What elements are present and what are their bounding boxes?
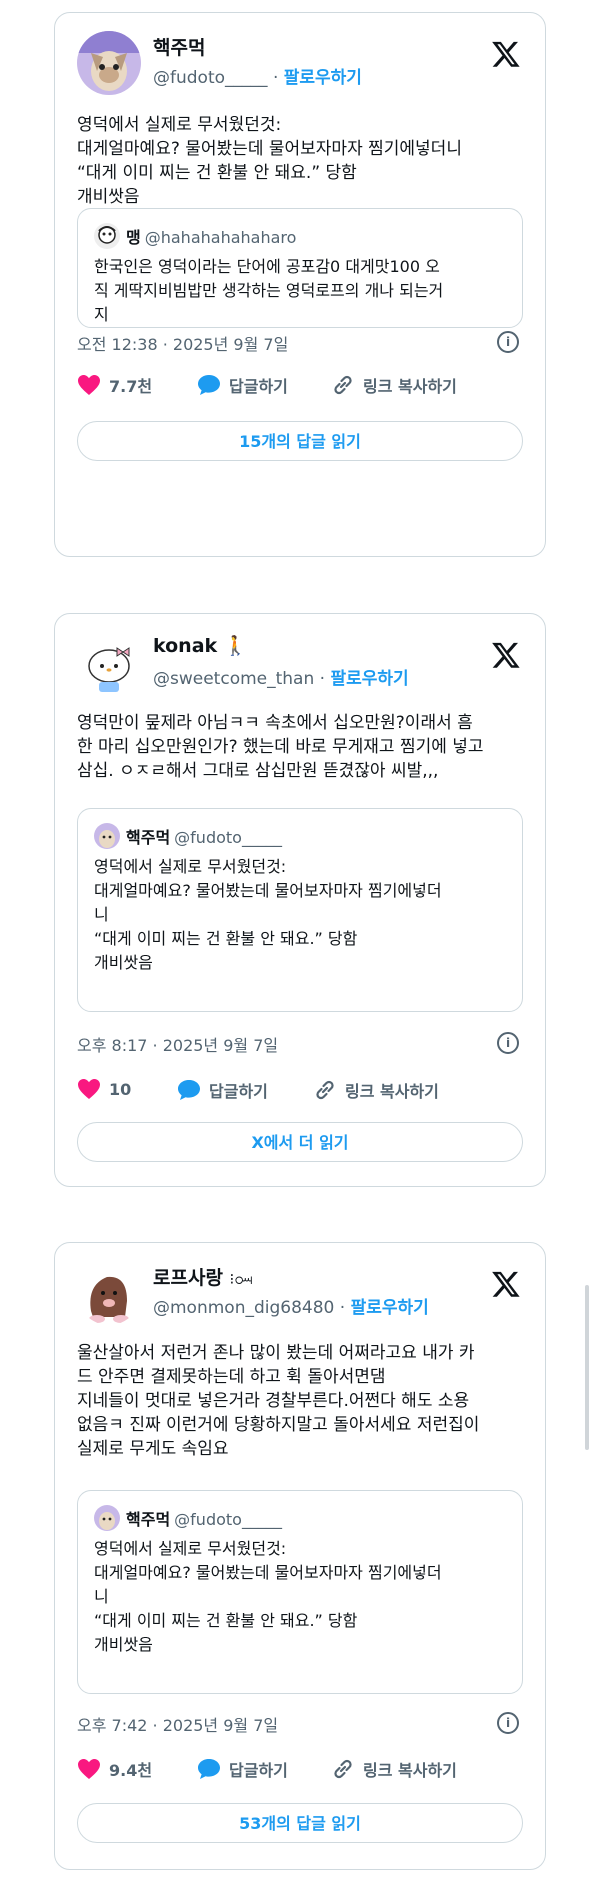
- author-emoji: ⁝ꗢ: [229, 1270, 253, 1288]
- action-bar: 9.4천 답글하기 링크 복사하기: [77, 1757, 523, 1785]
- copy-link-button[interactable]: 링크 복사하기: [331, 373, 457, 397]
- like-count: 10: [109, 1079, 132, 1099]
- tweet-text: 영덕에서 실제로 무서웠던것: 대게얼마예요? 물어봤는데 물어보자마자 찜기에…: [77, 115, 462, 207]
- reply-button[interactable]: 답글하기: [197, 373, 288, 397]
- x-logo-icon[interactable]: [491, 1269, 521, 1299]
- read-replies-button[interactable]: 15개의 답글 읽기: [77, 421, 523, 461]
- quote-avatar: [94, 823, 120, 849]
- info-icon[interactable]: i: [497, 331, 519, 353]
- reply-bubble-icon: [178, 1080, 200, 1100]
- separator: ·: [339, 1298, 346, 1318]
- link-icon: [316, 1080, 334, 1100]
- avatar[interactable]: [77, 31, 141, 95]
- quote-text: 한국인은 영덕이라는 단어에 공포감0 대게맛100 오 직 게딱지비빔밥만 생…: [94, 257, 444, 324]
- quote-avatar: [94, 223, 120, 249]
- quote-author-name: 맹: [126, 228, 141, 247]
- reply-label: 답글하기: [209, 1082, 268, 1101]
- info-icon[interactable]: i: [497, 1032, 519, 1054]
- copy-link-label: 링크 복사하기: [363, 1761, 457, 1780]
- author-name[interactable]: 핵주먹: [153, 33, 205, 60]
- author-handle-line: @monmon_dig68480 · 팔로우하기: [153, 1293, 429, 1318]
- separator: ·: [319, 669, 326, 689]
- like-button[interactable]: 9.4천: [77, 1757, 152, 1781]
- link-icon: [334, 375, 352, 395]
- quote-text: 영덕에서 실제로 무서웠던것: 대게얼마예요? 물어봤는데 물어보자마자 찜기에…: [94, 1539, 442, 1654]
- author-handle[interactable]: @fudoto_____: [153, 68, 268, 88]
- heart-icon: [78, 375, 100, 395]
- quoted-tweet[interactable]: 핵주먹 @fudoto_____ 영덕에서 실제로 무서웠던것: 대게얼마예요? …: [77, 1490, 523, 1694]
- quoted-tweet[interactable]: 핵주먹 @fudoto_____ 영덕에서 실제로 무서웠던것: 대게얼마예요? …: [77, 808, 523, 1012]
- timestamp[interactable]: 오후 8:17 · 2025년 9월 7일: [77, 1032, 278, 1056]
- separator: ·: [272, 68, 279, 88]
- x-logo-icon[interactable]: [491, 640, 521, 670]
- timestamp[interactable]: 오전 12:38 · 2025년 9월 7일: [77, 331, 288, 355]
- read-replies-button[interactable]: 53개의 답글 읽기: [77, 1803, 523, 1843]
- quote-author: 핵주먹 @fudoto_____: [126, 1506, 282, 1530]
- follow-button[interactable]: 팔로우하기: [284, 68, 362, 88]
- follow-button[interactable]: 팔로우하기: [330, 669, 408, 689]
- avatar[interactable]: [77, 1261, 141, 1325]
- tweet-card: 핵주먹 @fudoto_____ · 팔로우하기 영덕에서 실제로 무서웠던것:…: [54, 12, 546, 557]
- reply-bubble-icon: [198, 1759, 220, 1779]
- action-bar: 7.7천 답글하기 링크 복사하기: [77, 373, 523, 401]
- quote-author-handle: @fudoto_____: [174, 1510, 282, 1529]
- author-name[interactable]: 로프사랑 ⁝ꗢ: [153, 1263, 253, 1290]
- like-button[interactable]: 10: [77, 1078, 131, 1100]
- quote-author: 맹 @hahahahahaharo: [126, 224, 296, 248]
- reply-label: 답글하기: [229, 1761, 288, 1780]
- quote-text: 영덕에서 실제로 무서웠던것: 대게얼마예요? 물어봤는데 물어보자마자 찜기에…: [94, 857, 442, 972]
- author-emoji: 🚶: [223, 635, 248, 657]
- quote-avatar: [94, 1505, 120, 1531]
- author-handle[interactable]: @sweetcome_than: [153, 669, 314, 689]
- avatar[interactable]: [77, 632, 141, 696]
- author-name-text: konak: [153, 635, 218, 657]
- tweet-card: konak 🚶 @sweetcome_than · 팔로우하기 영덕만이 뭎제라…: [54, 613, 546, 1187]
- author-handle[interactable]: @monmon_dig68480: [153, 1298, 334, 1318]
- heart-icon: [78, 1079, 100, 1099]
- tweet-card: 로프사랑 ⁝ꗢ @monmon_dig68480 · 팔로우하기 울산살아서 저…: [54, 1242, 546, 1870]
- author-name[interactable]: konak 🚶: [153, 634, 247, 657]
- follow-button[interactable]: 팔로우하기: [351, 1298, 429, 1318]
- quote-author-handle: @hahahahahaharo: [144, 228, 297, 247]
- copy-link-button[interactable]: 링크 복사하기: [313, 1078, 439, 1102]
- reply-label: 답글하기: [229, 377, 288, 396]
- tweet-text: 울산살아서 저런거 존나 많이 봤는데 어쩌라고요 내가 카 드 안주면 결제못…: [77, 1343, 480, 1459]
- author-handle-line: @fudoto_____ · 팔로우하기: [153, 63, 362, 88]
- tweet-text: 영덕만이 뭎제라 아님ㅋㅋ 속초에서 십오만원?이래서 흠 한 마리 십오만원인…: [77, 713, 484, 781]
- link-icon: [334, 1759, 352, 1779]
- quote-author-name: 핵주먹: [126, 1510, 171, 1529]
- timestamp[interactable]: 오후 7:42 · 2025년 9월 7일: [77, 1712, 278, 1736]
- reply-bubble-icon: [198, 375, 220, 395]
- quote-author-name: 핵주먹: [126, 828, 171, 847]
- copy-link-button[interactable]: 링크 복사하기: [331, 1757, 457, 1781]
- reply-button[interactable]: 답글하기: [177, 1078, 268, 1102]
- x-logo-icon[interactable]: [491, 39, 521, 69]
- reply-button[interactable]: 답글하기: [197, 1757, 288, 1781]
- like-count: 7.7천: [109, 377, 153, 396]
- like-count: 9.4천: [109, 1761, 153, 1780]
- author-name-text: 로프사랑: [153, 1267, 223, 1289]
- quoted-tweet[interactable]: 맹 @hahahahahaharo 한국인은 영덕이라는 단어에 공포감0 대게맛…: [77, 208, 523, 328]
- info-icon[interactable]: i: [497, 1712, 519, 1734]
- quote-author: 핵주먹 @fudoto_____: [126, 824, 282, 848]
- author-handle-line: @sweetcome_than · 팔로우하기: [153, 664, 409, 689]
- like-button[interactable]: 7.7천: [77, 373, 152, 397]
- read-more-button[interactable]: X에서 더 읽기: [77, 1122, 523, 1162]
- action-bar: 10 답글하기 링크 복사하기: [77, 1078, 523, 1106]
- copy-link-label: 링크 복사하기: [345, 1082, 439, 1101]
- copy-link-label: 링크 복사하기: [363, 377, 457, 396]
- scrollbar[interactable]: [585, 1285, 589, 1450]
- heart-icon: [78, 1759, 100, 1779]
- quote-author-handle: @fudoto_____: [174, 828, 282, 847]
